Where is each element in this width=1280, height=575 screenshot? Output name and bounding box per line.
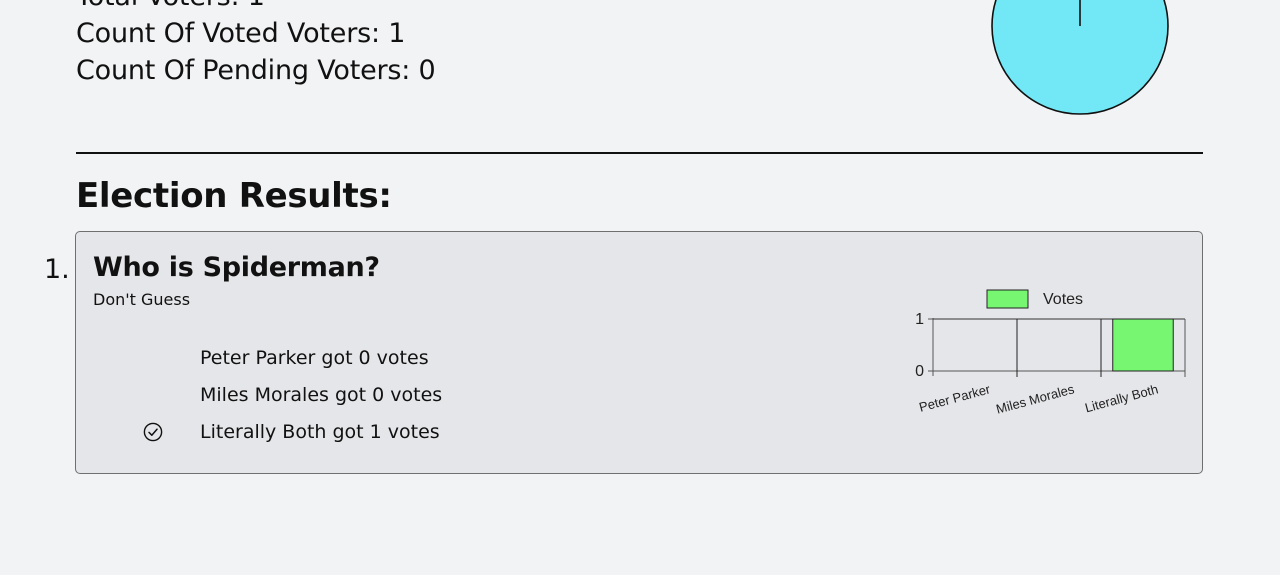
question-result-card: Who is Spiderman? Don't Guess Peter Park… bbox=[75, 231, 1203, 474]
legend-label: Votes bbox=[1043, 291, 1083, 308]
legend-swatch bbox=[986, 289, 1029, 309]
y-tick-label: 0 bbox=[915, 363, 924, 380]
voted-voters-text: Count Of Voted Voters: 1 bbox=[76, 18, 406, 49]
total-voters-text: Total Voters: 1 bbox=[76, 0, 436, 15]
pending-voters-text: Count Of Pending Voters: 0 bbox=[76, 55, 436, 86]
election-results-page: Total Voters: 1 Count Of Voted Voters: 1… bbox=[0, 0, 1280, 575]
election-results-heading: Election Results: bbox=[76, 176, 392, 216]
check-circle-icon bbox=[143, 422, 163, 442]
question-subtitle: Don't Guess bbox=[93, 290, 191, 309]
votes-bar-chart: Votes 0 1 Peter Parker Miles Morales Literal… bbox=[891, 282, 1191, 432]
option-result-text: Literally Both got 1 votes bbox=[200, 421, 440, 443]
y-tick-label: 1 bbox=[915, 311, 924, 328]
question-title: Who is Spiderman? bbox=[93, 252, 380, 283]
x-tick-label: Literally Both bbox=[1083, 381, 1159, 415]
section-divider bbox=[76, 152, 1203, 154]
option-result-text: Peter Parker got 0 votes bbox=[200, 347, 429, 369]
option-result-text: Miles Morales got 0 votes bbox=[200, 384, 443, 406]
x-tick-label: Peter Parker bbox=[917, 381, 992, 415]
x-tick-label: Miles Morales bbox=[994, 381, 1076, 416]
voters-pie-chart bbox=[990, 0, 1170, 118]
voter-stats: Total Voters: 1 Count Of Voted Voters: 1… bbox=[76, 0, 436, 89]
bar-literally-both bbox=[1112, 318, 1174, 372]
question-number: 1. bbox=[44, 254, 70, 285]
